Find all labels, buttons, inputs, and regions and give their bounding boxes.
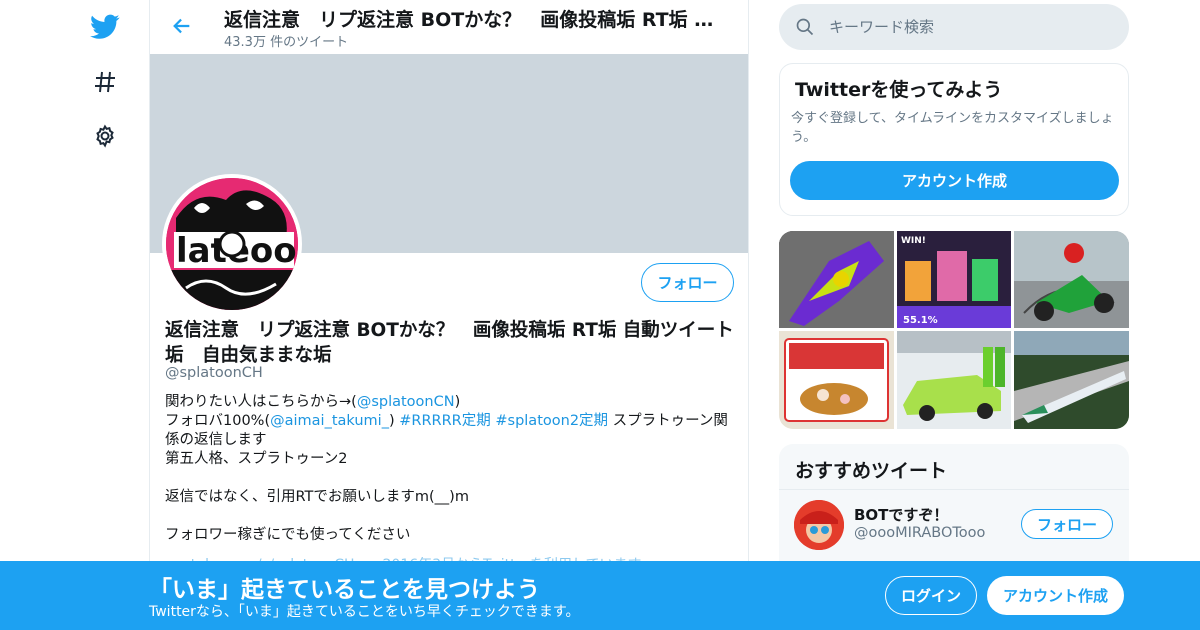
- arrow-left-icon[interactable]: [168, 12, 196, 40]
- left-nav: [0, 0, 150, 630]
- bio-text: フォロワー稼ぎにでも使ってください: [165, 527, 411, 543]
- bio-text: 返信ではなく、引用RTでお願いしますm(__)m: [165, 489, 469, 505]
- media-thumbnail[interactable]: [779, 331, 894, 429]
- media-grid: WIN! 55.1%: [779, 231, 1129, 429]
- profile-column: 返信注意 リプ返注意 BOTかな？ 画像投稿垢 RT垢 自動ツイート垢 自由気ま…: [149, 0, 749, 630]
- recommended-name[interactable]: BOTですぞ！: [854, 504, 948, 525]
- bottom-create-account-button[interactable]: アカウント作成: [987, 576, 1124, 615]
- profile-name: 返信注意 リプ返注意 BOTかな？ 画像投稿垢 RT垢 自動ツイート垢 自由気ま…: [165, 320, 734, 366]
- bio-text: ): [388, 413, 400, 429]
- hashtag-icon[interactable]: [88, 65, 122, 99]
- twitter-bird-icon[interactable]: [88, 10, 122, 44]
- recommended-avatar[interactable]: [794, 500, 844, 550]
- recommended-follow-button[interactable]: フォロー: [1021, 509, 1113, 539]
- recommended-tweets: おすすめツイート BOTですぞ！ @oooMIRABOTooo フォロー: [779, 444, 1129, 574]
- tweet-count: 43.3万 件のツイート: [224, 35, 349, 50]
- media-thumbnail[interactable]: [1014, 231, 1129, 328]
- login-button[interactable]: ログイン: [885, 576, 977, 615]
- bio-text: スプラトゥーン関: [608, 413, 728, 429]
- media-thumbnail[interactable]: [1014, 331, 1129, 429]
- media-thumbnail[interactable]: [897, 331, 1011, 429]
- bottom-bar-title: 「いま」起きていることを見つけよう: [149, 577, 540, 603]
- win-badge: WIN!: [901, 236, 926, 246]
- recommended-title: おすすめツイート: [795, 460, 948, 482]
- search-icon: [795, 17, 815, 37]
- hashtag-link[interactable]: #splatoon2定期: [495, 413, 608, 429]
- bio-text: 関わりたい人はこちらから→(: [165, 394, 357, 410]
- profile-bio: 関わりたい人はこちらから→(@splatoonCN) フォロバ100%(@aim…: [165, 393, 735, 545]
- mention-link[interactable]: @splatoonCN: [357, 394, 455, 410]
- profile-header-bar: 返信注意 リプ返注意 BOTかな？ 画像投稿垢 RT垢 自動ツイート垢 自由気ま…: [150, 0, 748, 54]
- hashtag-link[interactable]: #RRRRR定期: [399, 413, 491, 429]
- search-input[interactable]: [829, 4, 1109, 50]
- bio-blank-line: [165, 507, 735, 526]
- bio-text: フォロバ100%(: [165, 413, 271, 429]
- signup-card: Twitterを使ってみよう 今すぐ登録して、タイムラインをカスタマイズしましょ…: [779, 63, 1129, 216]
- percent-label: 55.1%: [903, 315, 938, 326]
- bio-blank-line: [165, 469, 735, 488]
- media-thumbnail[interactable]: [779, 231, 894, 328]
- signup-card-text: 今すぐ登録して、タイムラインをカスタマイズしましょう。: [791, 111, 1114, 145]
- bio-text: 係の返信します: [165, 432, 267, 448]
- divider: [779, 489, 1129, 490]
- bottom-bar-subtitle: Twitterなら、「いま」起きていることをいち早くチェックできます。: [149, 604, 580, 620]
- follow-button[interactable]: フォロー: [641, 263, 734, 302]
- signup-card-title: Twitterを使ってみよう: [795, 79, 1003, 101]
- bio-text: ): [454, 394, 461, 410]
- create-account-button[interactable]: アカウント作成: [790, 161, 1119, 200]
- media-thumbnail[interactable]: WIN! 55.1%: [897, 231, 1011, 328]
- bio-text: 第五人格、スプラトゥーン2: [165, 451, 348, 467]
- header-title: 返信注意 リプ返注意 BOTかな？ 画像投稿垢 RT垢 自動ツイート垢 自由気ま…: [224, 9, 724, 31]
- profile-avatar[interactable]: lateoo: [162, 174, 302, 314]
- gear-icon[interactable]: [88, 119, 122, 153]
- search-box: [779, 4, 1129, 50]
- bottom-signup-bar: 「いま」起きていることを見つけよう Twitterなら、「いま」起きていることを…: [0, 561, 1200, 630]
- profile-handle[interactable]: @splatoonCH: [165, 365, 263, 381]
- recommended-handle[interactable]: @oooMIRABOTooo: [854, 525, 985, 541]
- mention-link[interactable]: @aimai_takumi_: [270, 413, 389, 429]
